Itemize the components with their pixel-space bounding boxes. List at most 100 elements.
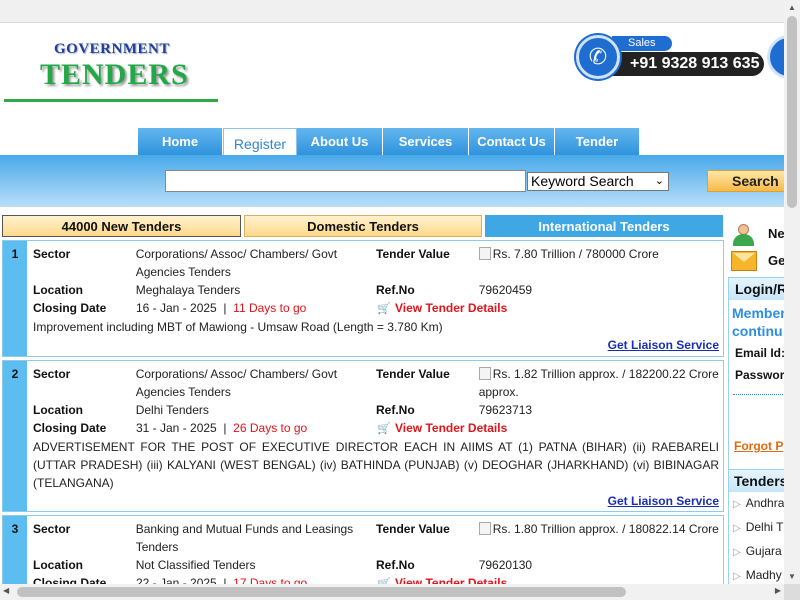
search-input[interactable] <box>165 170 526 192</box>
forgot-password-link[interactable]: Forgot P <box>729 439 784 453</box>
login-title: Login/R <box>729 278 784 300</box>
top-strip <box>0 0 784 23</box>
main-nav: Home Register About Us Services Contact … <box>0 127 784 156</box>
logo-line2: TENDERS <box>40 58 189 91</box>
sales-phone[interactable]: +91 9328 913 635 <box>606 52 764 76</box>
get-liaison-service-link[interactable]: Get Liaison Service <box>608 338 719 352</box>
search-type-select[interactable]: Keyword Search ⌄ <box>527 172 669 191</box>
scroll-up-icon[interactable]: ▲ <box>784 3 800 12</box>
state-item[interactable]: ▷ Madhy <box>729 564 784 584</box>
closing-date-label: Closing Date <box>33 576 107 584</box>
tender-value-label: Tender Value <box>376 247 450 261</box>
nav-about-us[interactable]: About Us <box>297 128 383 155</box>
tenders-by-state-box: Tenders ▷ Andhra ▷ Delhi T ▷ Gujara ▷ Madhy <box>728 469 784 584</box>
days-remaining: 26 Days to go <box>233 421 308 435</box>
tender-tabs: 44000 New Tenders Domestic Tenders Inter… <box>2 215 724 237</box>
tender-number: 2 <box>11 367 19 381</box>
sales-contact[interactable]: ✆ Sales +91 9328 913 635 <box>576 35 766 79</box>
days-remaining: 11 Days to go <box>233 301 307 315</box>
tender-number: 3 <box>11 522 19 536</box>
refno-value: 79623713 <box>478 403 533 417</box>
view-tender-details-link[interactable]: View Tender Details <box>395 576 507 584</box>
vertical-scroll-thumb[interactable] <box>787 16 797 208</box>
view-tender-details-link[interactable]: View Tender Details <box>395 301 507 315</box>
scroll-down-icon[interactable]: ▼ <box>784 572 800 581</box>
arrow-right-icon: ▷ <box>733 523 741 534</box>
search-button[interactable]: Search <box>707 170 784 192</box>
tender-card: 3 Sector Banking and Mutual Funds and Le… <box>2 515 724 584</box>
sidebar-new-item[interactable]: Ne <box>728 219 784 247</box>
tender-card: 2 Sector Corporations/ Assoc/ Chambers/ … <box>2 360 724 512</box>
broken-image-icon <box>478 367 491 380</box>
closing-date-label: Closing Date <box>33 421 107 435</box>
broken-image-icon <box>478 522 491 535</box>
nav-tender[interactable]: Tender <box>555 128 640 155</box>
arrow-right-icon: ▷ <box>733 571 741 582</box>
member-text-2: continu <box>732 323 783 339</box>
days-remaining: 17 Days to go <box>233 576 308 584</box>
member-text-1: Member <box>732 305 784 321</box>
envelope-icon <box>731 251 757 271</box>
password-label: Passwor <box>735 368 784 382</box>
chevron-down-icon: ⌄ <box>654 175 664 187</box>
nav-contact-us[interactable]: Contact Us <box>469 128 555 155</box>
site-logo[interactable]: GOVERNMENT TENDERS <box>4 37 218 102</box>
location-value: Not Classified Tenders <box>135 558 256 572</box>
arrow-right-icon: ▷ <box>733 547 741 558</box>
closing-date-value: 31 - Jan - 2025 | 26 Days to go <box>136 421 308 435</box>
user-icon <box>732 224 754 246</box>
nav-register[interactable]: Register <box>223 128 297 156</box>
closing-date-label: Closing Date <box>33 301 107 315</box>
sector-value: Banking and Mutual Funds and Leasings Te… <box>135 522 354 554</box>
tender-list-area: 44000 New Tenders Domestic Tenders Inter… <box>2 215 724 584</box>
refno-label: Ref.No <box>376 558 415 572</box>
nav-services[interactable]: Services <box>383 128 469 155</box>
login-box: Login/R Member continu Email Id: Passwor… <box>728 277 784 477</box>
tender-number: 1 <box>11 247 19 261</box>
vertical-scrollbar[interactable]: ▲ ▼ <box>784 0 800 584</box>
search-type-value: Keyword Search <box>531 173 634 189</box>
tab-international-tenders[interactable]: International Tenders <box>485 215 723 237</box>
tender-value: Rs. 1.82 Trillion approx. / 182200.22 Cr… <box>478 367 719 399</box>
sidebar-get-item[interactable]: Ge <box>768 253 784 268</box>
location-label: Location <box>33 403 83 417</box>
sector-label: Sector <box>33 522 71 536</box>
scroll-right-icon[interactable]: ▶ <box>775 586 781 595</box>
refno-label: Ref.No <box>376 403 415 417</box>
tab-new-tenders[interactable]: 44000 New Tenders <box>2 215 241 237</box>
browser-viewport: GOVERNMENT TENDERS ✆ Sales +91 9328 913 … <box>0 0 784 584</box>
sector-label: Sector <box>33 247 71 261</box>
broken-image-icon <box>478 247 491 260</box>
horizontal-scroll-thumb[interactable] <box>17 587 626 597</box>
refno-value: 79620459 <box>478 283 533 297</box>
view-tender-details-link[interactable]: View Tender Details <box>395 421 507 435</box>
phone-icon-2 <box>767 35 784 79</box>
sector-label: Sector <box>33 367 71 381</box>
refno-value: 79620130 <box>478 558 533 572</box>
state-item[interactable]: ▷ Delhi T <box>729 516 784 540</box>
scroll-left-icon[interactable]: ◀ <box>3 586 9 595</box>
refno-label: Ref.No <box>376 283 415 297</box>
email-label: Email Id: <box>735 346 784 360</box>
tenders-title: Tenders <box>729 470 784 492</box>
sector-value: Corporations/ Assoc/ Chambers/ Govt Agen… <box>135 367 338 399</box>
tender-description: Improvement including MBT of Mawiong - U… <box>33 320 443 334</box>
cart-icon: 🛒 <box>377 303 391 315</box>
location-label: Location <box>33 558 83 572</box>
closing-date-value: 16 - Jan - 2025 | 11 Days to go <box>136 301 307 315</box>
tab-domestic-tenders[interactable]: Domestic Tenders <box>244 215 482 237</box>
tender-value: Rs. 7.80 Trillion / 780000 Crore <box>478 245 723 281</box>
tender-value: Rs. 1.80 Trillion approx. / 180822.14 Cr… <box>478 520 723 556</box>
closing-date-value: 22 - Jan - 2025 | 17 Days to go <box>136 574 377 584</box>
nav-home[interactable]: Home <box>138 128 223 155</box>
sales-label: Sales <box>612 36 672 51</box>
horizontal-scrollbar[interactable]: ◀ ▶ <box>0 584 784 600</box>
site-header: GOVERNMENT TENDERS ✆ Sales +91 9328 913 … <box>0 23 784 127</box>
location-label: Location <box>33 283 83 297</box>
state-item[interactable]: ▷ Gujara <box>729 540 784 564</box>
right-sidebar: Ne Ge Login/R Member continu Email Id: P… <box>728 215 784 584</box>
sector-value: Corporations/ Assoc/ Chambers/ Govt Agen… <box>135 247 338 279</box>
cart-icon: 🛒 <box>377 423 391 435</box>
get-liaison-service-link[interactable]: Get Liaison Service <box>608 494 719 508</box>
state-item[interactable]: ▷ Andhra <box>729 492 784 516</box>
